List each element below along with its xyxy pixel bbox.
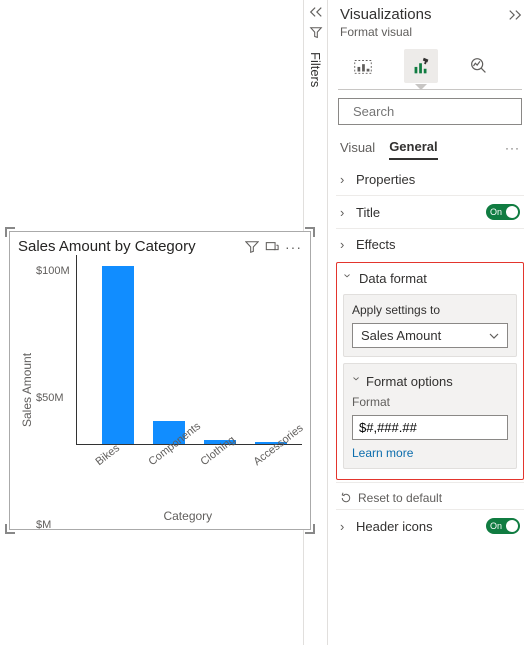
section-data-format[interactable]: › Data format [343,269,517,288]
section-effects[interactable]: › Effects [336,228,524,260]
bar-chart-visual[interactable]: Sales Amount by Category ··· Sales Amoun… [9,231,311,530]
y-tick: $M [36,519,74,531]
apply-settings-dropdown[interactable]: Sales Amount [352,323,508,348]
collapse-filters-icon[interactable] [309,6,323,18]
visualizations-pane: Visualizations Format visual Visual Gene… [327,0,532,645]
visual-selection[interactable]: Sales Amount by Category ··· Sales Amoun… [6,228,314,533]
y-tick: $50M [36,392,74,404]
tab-visual[interactable]: Visual [340,136,375,159]
chevron-down-icon: › [350,377,365,387]
reset-to-default-button[interactable]: Reset to default [336,482,524,509]
format-visual-mode-button[interactable] [404,49,438,83]
section-properties[interactable]: › Properties [336,164,524,195]
section-label: Title [356,205,380,220]
format-label: Format [352,395,508,409]
more-options-icon[interactable]: ··· [285,239,302,255]
funnel-icon[interactable] [309,26,323,40]
section-label: Effects [356,237,396,252]
chart-title: Sales Amount by Category [18,238,239,255]
y-tick: $100M [36,265,74,277]
chevron-down-icon: › [341,274,356,284]
section-label: Header icons [356,519,433,534]
apply-settings-label: Apply settings to [352,303,508,317]
section-header-icons[interactable]: › Header icons On [336,509,524,542]
chevron-right-icon: › [340,172,350,187]
tabs-more-icon[interactable]: ··· [505,141,520,155]
data-format-highlight: › Data format Apply settings to Sales Am… [336,262,524,480]
search-input[interactable] [338,98,522,125]
chevron-right-icon: › [340,237,350,252]
search-field[interactable] [351,103,531,120]
filter-icon[interactable] [245,240,259,254]
learn-more-link[interactable]: Learn more [352,446,508,460]
chevron-down-icon [489,331,499,341]
reset-icon [340,492,352,504]
build-visual-mode-button[interactable] [346,49,380,83]
bar-bikes[interactable] [102,266,134,444]
title-toggle[interactable]: On [486,204,520,220]
report-canvas[interactable]: Sales Amount by Category ··· Sales Amoun… [0,0,303,645]
x-axis-label: Category [74,509,302,525]
header-icons-toggle[interactable]: On [486,518,520,534]
plot-area [76,255,302,445]
tab-general[interactable]: General [389,135,437,160]
format-options-header[interactable]: › Format options [352,374,508,389]
format-string-input[interactable] [352,415,508,440]
focus-mode-icon[interactable] [265,240,279,254]
expand-pane-icon[interactable] [508,9,522,21]
section-title[interactable]: › Title On [336,195,524,228]
analytics-mode-button[interactable] [462,49,496,83]
filters-label[interactable]: Filters [308,48,323,87]
format-options-card: › Format options Format Learn more [343,363,517,469]
section-label: Properties [356,172,415,187]
apply-settings-card: Apply settings to Sales Amount [343,294,517,357]
section-label: Data format [359,271,427,286]
pane-title: Visualizations [340,6,508,23]
apply-settings-value: Sales Amount [361,328,441,343]
chevron-right-icon: › [340,519,350,534]
y-axis-label: Sales Amount [18,255,36,525]
pane-subtitle: Format visual [328,25,532,45]
chevron-right-icon: › [340,205,350,220]
